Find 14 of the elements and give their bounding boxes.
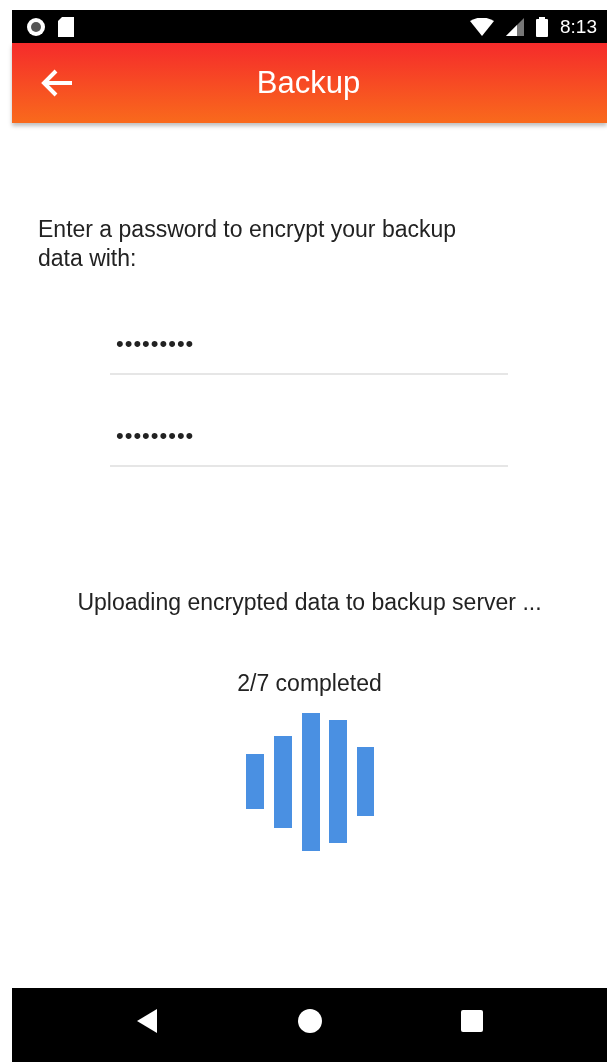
battery-icon [536,16,548,37]
instruction-text: Enter a password to encrypt your backup data with: [38,215,458,273]
loading-bars-icon [245,713,374,851]
signal-icon [506,17,524,36]
sd-card-icon [58,16,74,37]
upload-status-text: Uploading encrypted data to backup server ... [76,589,543,616]
screen-title: Backup [255,65,362,101]
record-icon [26,16,46,37]
wifi-icon [470,17,494,36]
password-field[interactable]: ••••••••• [110,325,508,375]
progress-count: 2/7 completed [236,670,383,697]
password-field[interactable]: ••••••••• [110,417,508,467]
clock-time: 8:13 [560,15,597,38]
back-arrow-icon [40,68,74,98]
